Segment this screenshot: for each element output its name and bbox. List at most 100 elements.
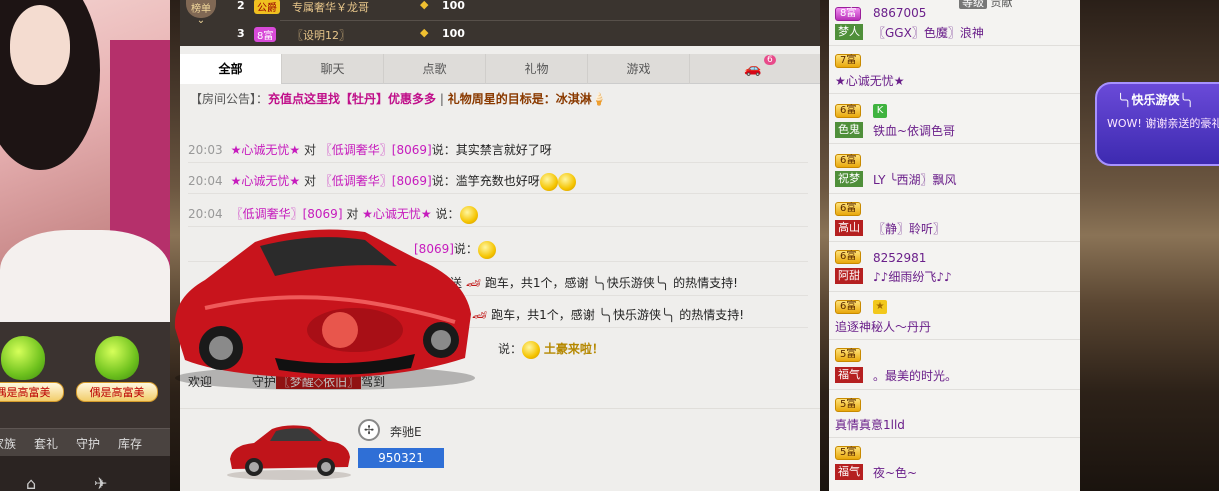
- user-name: ★心诚无忧★: [835, 74, 905, 88]
- badge-label: 偶是高富美: [76, 382, 158, 402]
- emoji-icon: [477, 240, 496, 259]
- message-recipient[interactable]: 〖低调奢华〗[8069]: [320, 174, 432, 188]
- tab-car[interactable]: 🚗 6: [744, 55, 776, 77]
- badge-item[interactable]: 偶是高富美: [76, 336, 158, 424]
- user-name: 〖GGX〗色魔〗浪神: [873, 26, 984, 40]
- ice-cream-icon: 🍦: [591, 92, 607, 106]
- emoji-icon: [522, 340, 541, 359]
- badge-label: 偶是高富美: [0, 382, 64, 402]
- left-bottom-bar: ⌂ ✈: [0, 456, 170, 491]
- user-name: 追逐神秘人～丹丹: [835, 320, 932, 334]
- badge-item[interactable]: 偶是高富美: [0, 336, 64, 424]
- popup-title: ╰╮快乐游侠╰╮: [1117, 93, 1194, 107]
- level-badge: 5富: [835, 348, 862, 362]
- ranking-list: 榜单 ⌄ 2 公爵 专属奢华￥龙哥 ◆ 100 3 8富 〖设明12〗 ◆ 100: [180, 0, 820, 46]
- chat-message: 20:04 ★心诚无忧★ 对 〖低调奢华〗[8069]说：滥竽充数也好呀: [188, 168, 808, 194]
- user-tag: 色鬼: [835, 122, 863, 138]
- message-recipient[interactable]: 〖低调奢华〗[8069]: [320, 143, 432, 157]
- chat-message: 20:03 ★心诚无忧★ 对 〖低调奢华〗[8069]说：其实禁言就好了呀: [188, 137, 808, 163]
- user-name: 夜~色~: [873, 466, 918, 480]
- user-name: 真情真意1lld: [835, 418, 905, 432]
- badge-panel: 偶是高富美 偶是高富美: [0, 322, 170, 428]
- rank-name[interactable]: 〖设明12〗: [292, 27, 350, 43]
- coin-icon: ◆: [420, 0, 429, 11]
- audience-list: 等级 贡献 8富 8867005 梦人 〖GGX〗色魔〗浪神 7富 ★心诚无忧★…: [829, 0, 1080, 491]
- list-item[interactable]: 5富 福气 。最美的时光。: [829, 340, 1080, 390]
- user-tag: 福气: [835, 367, 863, 383]
- car-image: [227, 425, 351, 480]
- message-time: 20:03: [188, 143, 223, 157]
- mercedes-logo-icon: ✢: [358, 419, 380, 441]
- rank-level: 8富: [254, 27, 277, 42]
- user-tag: 高山: [835, 220, 863, 236]
- message-text: 其实禁言就好了呀: [455, 143, 552, 157]
- list-item[interactable]: 7富 ★心诚无忧★: [829, 46, 1080, 94]
- rank-name[interactable]: 专属奢华￥龙哥: [292, 0, 369, 15]
- user-name: 〖静〗聆听〗: [873, 222, 946, 236]
- notice-prefix: 【房间公告】：: [190, 92, 269, 106]
- rank-number: 3: [237, 27, 245, 40]
- user-tag: 祝梦: [835, 171, 863, 187]
- user-name: LY ╰西湖〗飘风: [873, 173, 957, 187]
- user-tag: 阿甜: [835, 268, 863, 284]
- level-badge: 6富: [835, 300, 862, 314]
- gift-thanks-popup: ╰╮快乐游侠╰╮ WOW! 谢谢亲送的豪礼，好激动咧: [1095, 82, 1219, 166]
- chat-panel: 榜单 ⌄ 2 公爵 专属奢华￥龙哥 ◆ 100 3 8富 〖设明12〗 ◆ 100…: [174, 0, 820, 491]
- sports-car-animation: [174, 229, 475, 390]
- message-time: 20:04: [188, 174, 223, 188]
- tab-song[interactable]: 点歌: [384, 54, 486, 84]
- car-name: 奔驰E: [390, 425, 422, 439]
- message-said: 说：: [431, 143, 456, 157]
- k-badge-icon: K: [873, 104, 887, 118]
- coin-icon: ◆: [420, 26, 429, 39]
- left-tab-inventory[interactable]: 库存: [118, 435, 142, 452]
- left-tab-guard[interactable]: 守护: [76, 435, 100, 452]
- list-item[interactable]: 5富 真情真意1lld: [829, 390, 1080, 438]
- message-text: 土豪来啦！: [543, 342, 604, 356]
- room-notice: 【房间公告】：充值点这里找【牡丹】优惠多多 | 礼物周星的目标是：冰淇淋🍦: [190, 92, 607, 106]
- tab-all[interactable]: 全部: [180, 54, 282, 84]
- list-item[interactable]: 6富 ★ 追逐神秘人～丹丹: [829, 292, 1080, 340]
- notice-recharge-link[interactable]: 充值点这里找【牡丹】优惠多多: [268, 92, 436, 106]
- list-item[interactable]: 6富 K 色鬼 铁血~依调色哥: [829, 94, 1080, 144]
- rank-level: 公爵: [254, 0, 280, 14]
- user-name: 铁血~依调色哥: [873, 124, 956, 138]
- message-sender[interactable]: ★心诚无忧★: [231, 174, 301, 188]
- tab-chat[interactable]: 聊天: [282, 54, 384, 84]
- car-count-badge: 6: [764, 55, 776, 65]
- notice-star-goal: 礼物周星的目标是：冰淇淋: [447, 92, 592, 106]
- ranking-row: 2 公爵 专属奢华￥龙哥 ◆ 100: [180, 0, 820, 18]
- user-tag: 梦人: [835, 24, 863, 40]
- message-said: 说：: [498, 342, 523, 356]
- tab-game[interactable]: 游戏: [588, 54, 690, 84]
- message-to-word: 对: [303, 143, 316, 157]
- left-tab-gift-set[interactable]: 套礼: [34, 435, 58, 452]
- car-price[interactable]: 950321: [358, 448, 444, 468]
- message-sender[interactable]: ★心诚无忧★: [231, 143, 301, 157]
- emoji-icon: [557, 172, 576, 191]
- emoji-icon: [539, 172, 558, 191]
- rank-value: 100: [442, 27, 465, 40]
- user-name: 。最美的时光。: [873, 369, 958, 383]
- list-item[interactable]: 6富 高山 〖静〗聆听〗: [829, 194, 1080, 242]
- plane-icon[interactable]: ✈: [94, 474, 107, 491]
- rank-number: 2: [237, 0, 245, 12]
- message-said: 说：: [431, 174, 456, 188]
- level-badge: 6富: [835, 154, 862, 168]
- left-tab-bar: 家族 套礼 守护 库存: [0, 428, 170, 456]
- level-badge: 8富: [835, 7, 862, 21]
- user-name: ♪♪细雨纷飞♪♪: [873, 270, 952, 284]
- star-badge-icon: ★: [873, 300, 887, 314]
- message-to-word: 对: [303, 174, 316, 188]
- list-item[interactable]: 6富 祝梦 LY ╰西湖〗飘风: [829, 144, 1080, 194]
- message-text: 跑车，共1个，感谢 ╰╮快乐游侠╰╮ 的热情支持!: [491, 308, 745, 322]
- list-item[interactable]: 8富 8867005 梦人 〖GGX〗色魔〗浪神: [829, 0, 1080, 46]
- video-figure-dress: [0, 230, 170, 322]
- home-icon[interactable]: ⌂: [26, 474, 36, 491]
- list-item[interactable]: 5富 福气 夜~色~: [829, 438, 1080, 491]
- level-badge: 6富: [835, 104, 862, 118]
- ranking-row: 3 8富 〖设明12〗 ◆ 100: [180, 24, 820, 46]
- left-tab-family[interactable]: 家族: [0, 435, 16, 452]
- tab-gift[interactable]: 礼物: [486, 54, 588, 84]
- list-item[interactable]: 6富 8252981 阿甜 ♪♪细雨纷飞♪♪: [829, 242, 1080, 292]
